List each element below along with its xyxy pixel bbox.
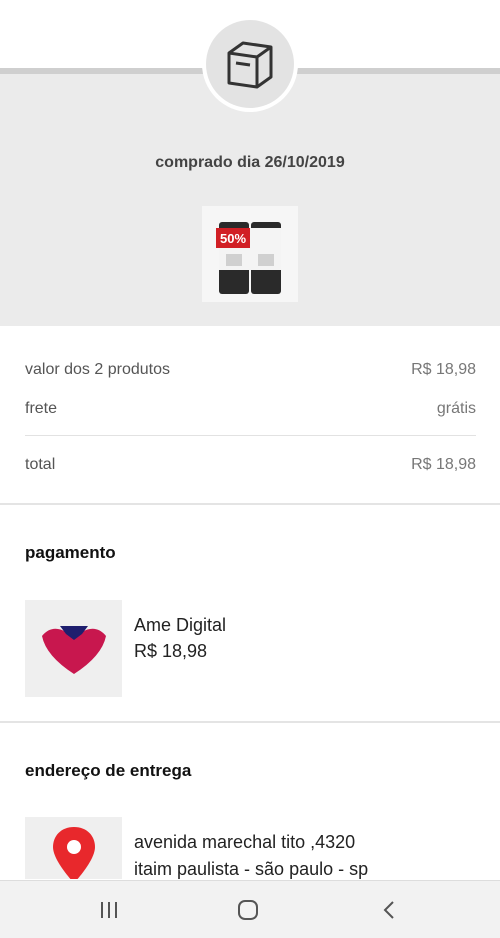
home-icon [238,900,258,920]
products-value: R$ 18,98 [411,361,476,378]
payment-details: Ame Digital R$ 18,98 [134,612,226,664]
back-button[interactable] [374,896,404,924]
purchase-date: comprado dia 26/10/2019 [155,154,345,171]
recent-apps-icon [101,902,117,918]
back-chevron-icon [383,901,394,919]
delivery-title: endereço de entrega [25,761,192,780]
delivery-thumbnail [25,817,122,879]
recent-apps-button[interactable] [94,896,124,924]
total-value: R$ 18,98 [411,456,476,473]
total-label: total [25,456,56,473]
summary-divider [25,435,476,436]
shipping-row: frete grátis [25,400,476,418]
box-icon [206,20,294,108]
delivery-address: avenida marechal tito ,4320 itaim paulis… [134,829,368,883]
product-thumbnail[interactable]: 50% [202,206,298,302]
payment-method-thumbnail [25,600,122,697]
section-divider [0,721,500,723]
system-navigation-bar [0,880,500,938]
shipping-label: frete [25,400,58,417]
payment-method-name: Ame Digital [134,615,227,635]
box-icon-badge [202,16,298,112]
address-line-2: itaim paulista - são paulo - sp [134,859,369,879]
home-button[interactable] [233,896,263,924]
payment-amount: R$ 18,98 [134,641,208,661]
total-row: total R$ 18,98 [25,456,476,474]
address-line-1: avenida marechal tito ,4320 [134,832,356,852]
products-value-row: valor dos 2 produtos R$ 18,98 [25,361,476,379]
location-pin-icon [52,827,95,879]
section-divider [0,503,500,505]
ame-digital-logo-icon [41,625,106,674]
products-label: valor dos 2 produtos [25,361,170,378]
shipping-value: grátis [436,400,476,417]
payment-title: pagamento [25,543,116,562]
deodorant-product-image: 50% [216,222,281,294]
discount-badge: 50% [220,231,246,246]
